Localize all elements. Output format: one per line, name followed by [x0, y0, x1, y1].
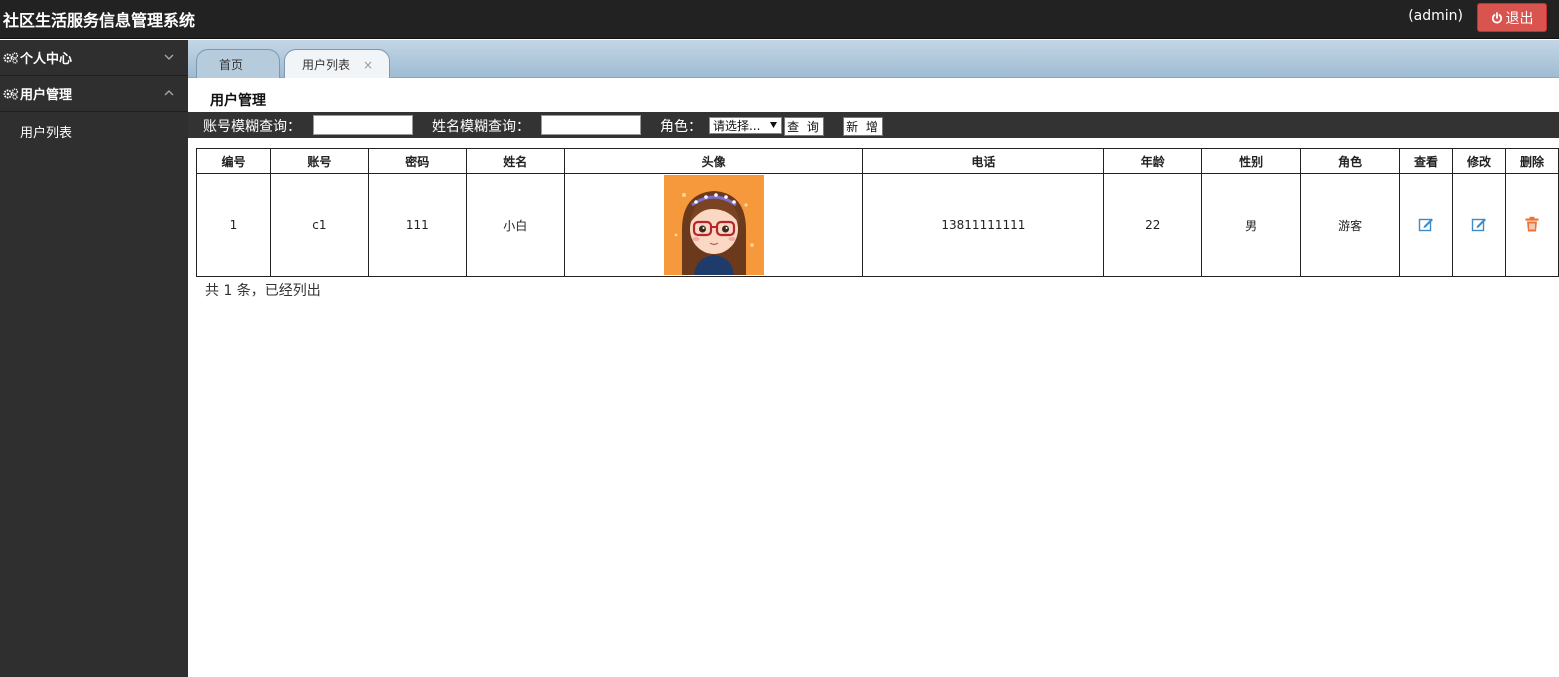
cell-phone: 13811111111	[862, 173, 1105, 277]
role-label: 角色：	[660, 119, 702, 135]
account-search-label: 账号模糊查询：	[203, 119, 301, 135]
col-header-edit: 修改	[1451, 148, 1506, 174]
main-content: 首页 用户列表 × 用户管理 账号模糊查询： 姓名模糊查询： 角色： 请选择..…	[188, 40, 1559, 677]
power-icon	[1491, 11, 1502, 23]
tab-close-icon[interactable]: ×	[363, 58, 373, 72]
col-header-gender: 性别	[1201, 148, 1302, 174]
col-header-delete: 删除	[1504, 148, 1559, 174]
sidebar-group-label: 用户管理	[20, 88, 73, 103]
user-table: 编号 账号 密码 姓名 头像 电话 年龄 性别 角色 查看 修改 删除 1 c1…	[196, 148, 1559, 277]
sidebar: 个人中心 用户管理 用户列表	[0, 40, 188, 677]
sidebar-group-user-management[interactable]: 用户管理	[0, 76, 188, 112]
role-selected-value: 请选择...	[713, 119, 761, 133]
cell-id: 1	[196, 173, 271, 277]
sidebar-item-label: 用户列表	[20, 125, 73, 141]
app-title: 社区生活服务信息管理系统	[3, 11, 196, 30]
col-header-age: 年龄	[1103, 148, 1203, 174]
col-header-password: 密码	[367, 148, 467, 174]
trash-icon[interactable]	[1524, 216, 1540, 232]
col-header-id: 编号	[196, 148, 271, 174]
gears-icon	[3, 51, 19, 64]
col-header-view: 查看	[1399, 148, 1453, 174]
col-header-name: 姓名	[465, 148, 565, 174]
view-edit-icon[interactable]	[1418, 216, 1434, 232]
name-search-input[interactable]	[541, 115, 641, 135]
record-count: 共 1 条，已经列出	[205, 283, 321, 299]
cell-age: 22	[1103, 173, 1203, 277]
cell-name: 小白	[465, 173, 565, 277]
col-header-phone: 电话	[862, 148, 1105, 174]
logout-label: 退出	[1505, 10, 1534, 27]
logout-button[interactable]: 退出	[1477, 3, 1547, 32]
col-header-role: 角色	[1300, 148, 1401, 174]
section-title: 用户管理	[210, 93, 266, 109]
cell-avatar	[563, 173, 864, 277]
role-select[interactable]: 请选择...	[709, 117, 782, 134]
col-header-account: 账号	[269, 148, 369, 174]
col-header-avatar: 头像	[563, 148, 864, 174]
add-button[interactable]: 新 增	[843, 117, 883, 136]
cartoon-girl-avatar	[663, 175, 764, 275]
table-row: 1 c1 111 小白 13811111111 22 男 游客	[196, 173, 1559, 277]
sidebar-group-personal-center[interactable]: 个人中心	[0, 40, 188, 76]
tab-home[interactable]: 首页	[196, 49, 280, 78]
cell-gender: 男	[1201, 173, 1302, 277]
gears-icon	[3, 87, 19, 100]
caret-down-icon	[770, 122, 777, 128]
tab-label: 首页	[219, 57, 244, 72]
sidebar-item-user-list[interactable]: 用户列表	[0, 112, 188, 150]
query-button[interactable]: 查 询	[784, 117, 824, 136]
top-header: 社区生活服务信息管理系统 (admin) 退出	[0, 0, 1559, 39]
cell-account: c1	[269, 173, 369, 277]
cell-edit	[1451, 173, 1506, 277]
edit-icon[interactable]	[1471, 216, 1487, 232]
tab-user-list[interactable]: 用户列表 ×	[284, 49, 390, 78]
chevron-down-icon	[164, 54, 174, 60]
cell-view	[1399, 173, 1453, 277]
current-user: (admin)	[1408, 8, 1463, 24]
search-toolbar: 账号模糊查询： 姓名模糊查询： 角色： 请选择... 查 询 新 增	[188, 112, 1559, 138]
table-header-row: 编号 账号 密码 姓名 头像 电话 年龄 性别 角色 查看 修改 删除	[196, 148, 1559, 174]
cell-delete	[1504, 173, 1559, 277]
sidebar-group-label: 个人中心	[20, 52, 73, 67]
chevron-up-icon	[164, 90, 174, 96]
tab-label: 用户列表	[302, 57, 351, 72]
tab-bar: 首页 用户列表 ×	[188, 40, 1559, 78]
name-search-label: 姓名模糊查询：	[432, 119, 530, 135]
cell-role: 游客	[1300, 173, 1401, 277]
account-search-input[interactable]	[313, 115, 413, 135]
cell-password: 111	[367, 173, 467, 277]
